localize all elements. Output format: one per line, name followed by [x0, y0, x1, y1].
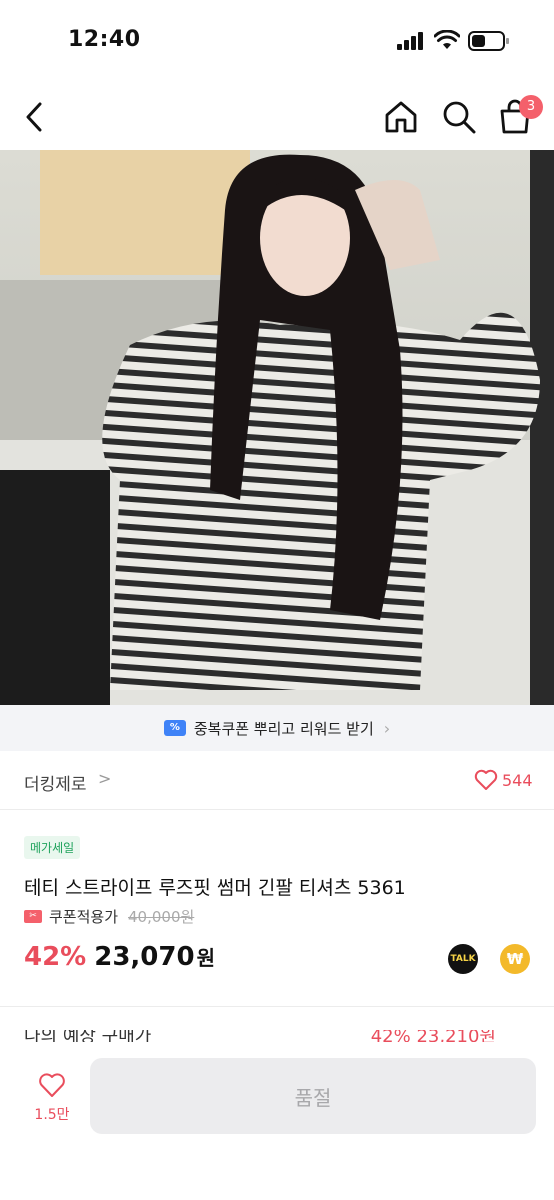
- product-title: 테티 스트라이프 루즈핏 썸머 긴팔 티셔츠 5361: [24, 877, 406, 899]
- product-image: [0, 150, 554, 705]
- wifi-icon: [434, 30, 460, 49]
- cart-badge: 3: [519, 95, 543, 119]
- currency-unit: 원: [196, 946, 215, 970]
- coupon-label: 쿠폰적용가: [49, 908, 119, 926]
- discount-rate: 42%: [24, 942, 87, 972]
- expected-price-label: 나의 예상 구매가: [24, 1030, 152, 1042]
- status-time: 12:40: [68, 27, 141, 52]
- shop-name-link[interactable]: 더킹제로: [24, 770, 87, 795]
- mega-sale-tag: 메가세일: [24, 836, 81, 859]
- price-row: 42% 23,070 원: [24, 942, 215, 972]
- expected-price-row: 나의 예상 구매가 42% 23,210원: [24, 1030, 534, 1042]
- shop-row: 더킹제로 > 544: [0, 751, 554, 810]
- kakao-talk-icon[interactable]: TALK: [448, 944, 478, 974]
- expected-price-value: 42% 23,210원: [370, 1030, 496, 1042]
- bottom-action-bar: 1.5만 품절: [0, 1042, 554, 1200]
- battery-icon: [468, 31, 509, 51]
- cellular-signal-icon: [397, 32, 423, 50]
- divider: [0, 1006, 554, 1007]
- coupon-reward-banner[interactable]: % 중복쿠폰 뿌리고 리워드 받기 ›: [0, 705, 554, 751]
- home-icon[interactable]: [382, 98, 420, 136]
- product-photo[interactable]: [0, 150, 554, 705]
- top-nav: [0, 84, 554, 150]
- shop-like-count: 544: [502, 771, 533, 790]
- wishlist-button[interactable]: 1.5만: [24, 1072, 80, 1132]
- won-coin-icon[interactable]: ₩: [500, 944, 530, 974]
- sale-price: 23,070: [94, 942, 195, 972]
- search-icon[interactable]: [440, 98, 478, 136]
- chevron-right-icon: >: [98, 769, 112, 788]
- original-price: 40,000원: [128, 908, 195, 926]
- ticket-icon: ✂: [24, 910, 42, 923]
- heart-icon[interactable]: [474, 769, 498, 791]
- status-bar: 12:40: [0, 0, 554, 84]
- coupon-icon: %: [163, 720, 186, 736]
- chevron-right-icon: ›: [383, 718, 391, 738]
- wishlist-count: 1.5만: [34, 1107, 70, 1123]
- heart-icon: [39, 1073, 65, 1097]
- coupon-price-row: ✂ 쿠폰적용가 40,000원: [24, 906, 194, 927]
- coupon-banner-text: 중복쿠폰 뿌리고 리워드 받기: [193, 719, 374, 738]
- sold-out-button[interactable]: 품절: [90, 1058, 536, 1134]
- chevron-left-icon[interactable]: [16, 98, 54, 136]
